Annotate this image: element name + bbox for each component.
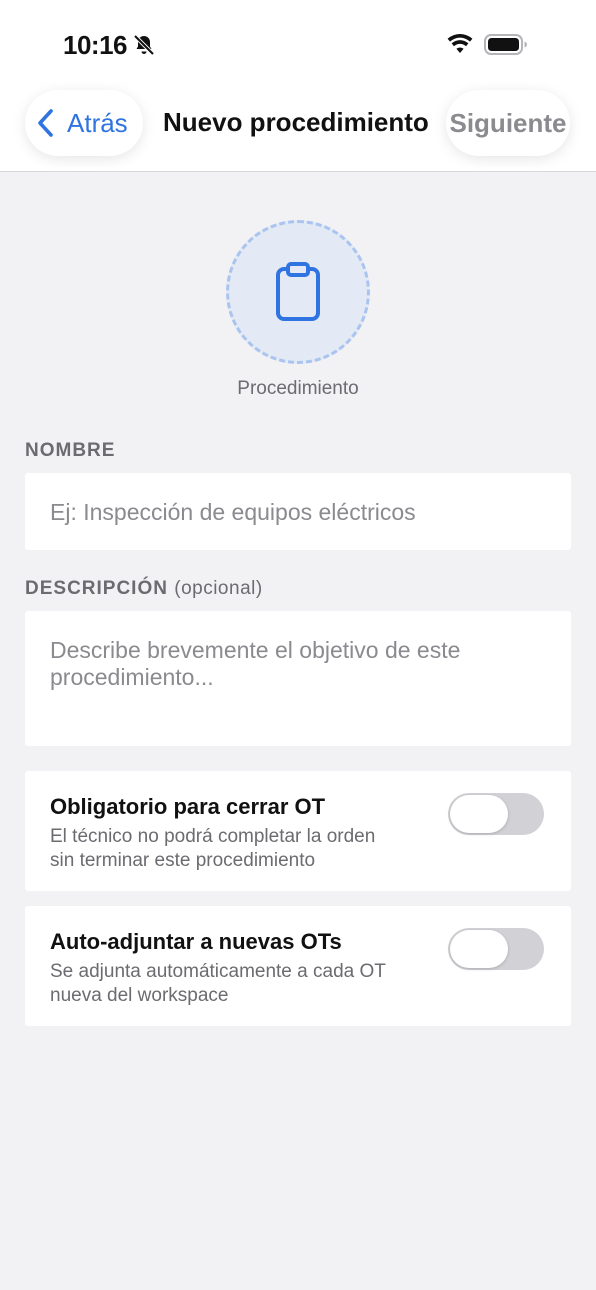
battery-icon: [484, 34, 527, 55]
back-button-label: Atrás: [67, 107, 128, 138]
option-description-line1: El técnico no podrá completar la orden: [50, 826, 376, 847]
description-placeholder-line1: Describe brevemente el objetivo de este: [50, 637, 461, 663]
option-title: Obligatorio para cerrar OT: [50, 794, 326, 819]
option-description: Se adjunta automáticamente a cada OT nue…: [50, 960, 420, 1008]
bell-slash-icon: [133, 34, 155, 56]
description-placeholder-line2: procedimiento...: [50, 664, 214, 690]
auto-attach-toggle[interactable]: [448, 928, 544, 970]
name-label: NOMBRE: [25, 440, 116, 461]
status-time: 10:16: [63, 30, 128, 60]
page-title: Nuevo procedimiento: [163, 107, 429, 137]
header-bar: 10:16 Atrás Nuevo procedimiento Siguient…: [0, 0, 596, 172]
next-button[interactable]: Siguiente: [446, 90, 570, 156]
required-toggle[interactable]: [448, 793, 544, 835]
option-card-required: Obligatorio para cerrar OT El técnico no…: [25, 771, 571, 891]
description-field[interactable]: Describe brevemente el objetivo de este …: [25, 611, 571, 746]
wifi-icon: [447, 34, 473, 53]
next-button-label: Siguiente: [449, 107, 567, 138]
option-card-auto-attach: Auto-adjuntar a nuevas OTs Se adjunta au…: [25, 906, 571, 1026]
description-optional: (opcional): [174, 578, 263, 599]
name-placeholder: Ej: Inspección de equipos eléctricos: [50, 499, 416, 525]
option-description: El técnico no podrá completar la orden s…: [50, 825, 420, 873]
procedure-icon-label: Procedimiento: [237, 378, 359, 399]
option-description-line1: Se adjunta automáticamente a cada OT: [50, 961, 386, 982]
option-description-line2: nueva del workspace: [50, 985, 229, 1006]
clipboard-icon: [276, 262, 320, 321]
option-title: Auto-adjuntar a nuevas OTs: [50, 929, 342, 954]
back-button[interactable]: Atrás: [25, 90, 143, 156]
procedure-icon-picker[interactable]: [226, 220, 370, 364]
chevron-left-icon: [38, 109, 53, 137]
description-label-text: DESCRIPCIÓN: [25, 578, 168, 599]
name-field[interactable]: Ej: Inspección de equipos eléctricos: [25, 473, 571, 550]
option-description-line2: sin terminar este procedimiento: [50, 850, 316, 871]
description-label: DESCRIPCIÓN (opcional): [25, 578, 263, 600]
toggle-knob: [450, 795, 508, 833]
toggle-knob: [450, 930, 508, 968]
